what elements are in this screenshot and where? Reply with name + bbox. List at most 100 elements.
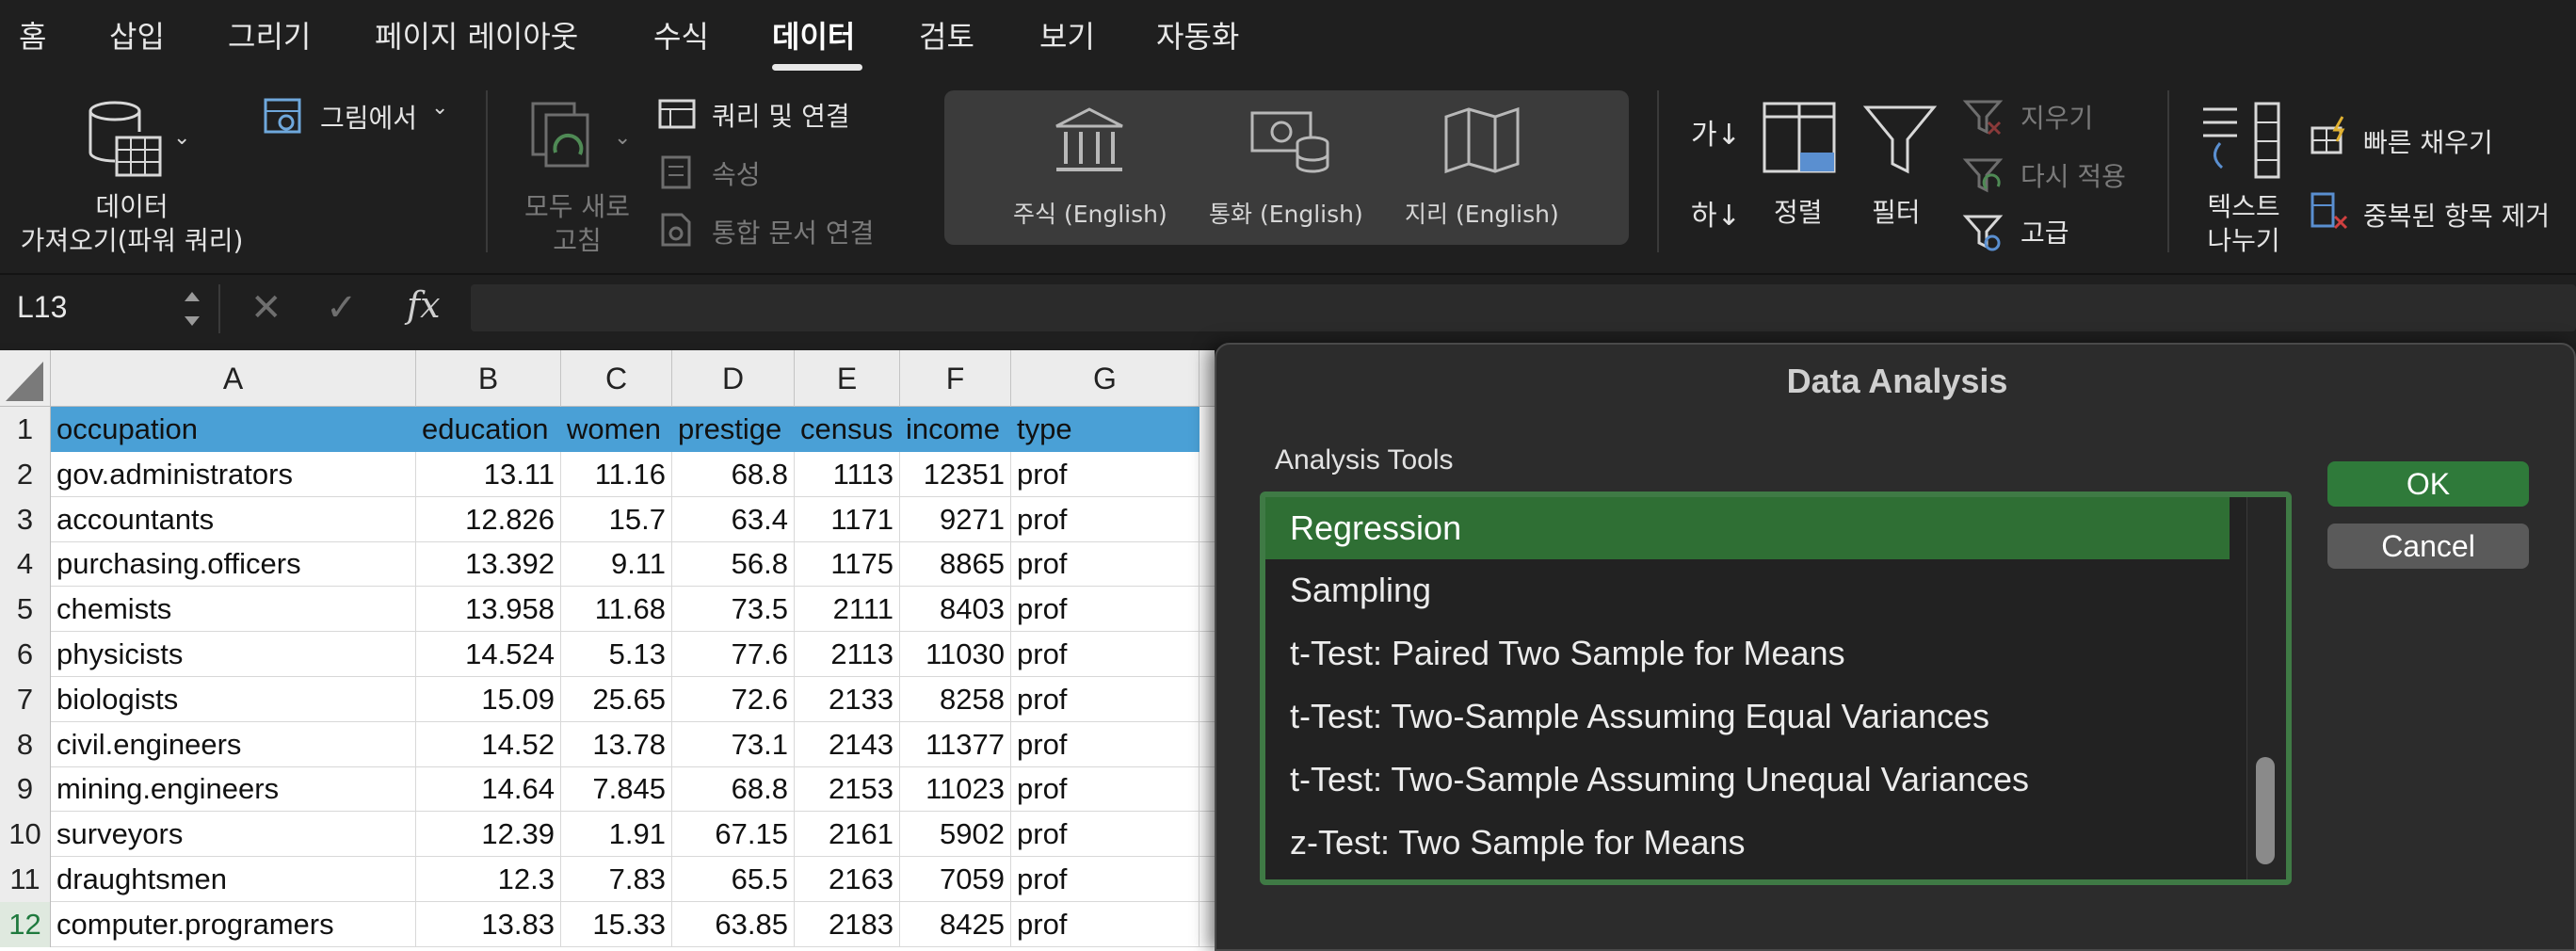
cell-e[interactable]: 1171 [795, 496, 900, 542]
cell-a[interactable]: draughtsmen [51, 857, 416, 902]
cell-a[interactable]: chemists [51, 587, 416, 633]
tab-formulas[interactable]: 수식 [653, 13, 709, 56]
cell-e[interactable]: 2113 [795, 632, 900, 677]
row-header[interactable]: 9 [0, 766, 51, 813]
cell-c[interactable]: 15.33 [561, 901, 672, 947]
cell-f[interactable]: 11023 [900, 766, 1011, 813]
cell-g[interactable]: prof [1011, 857, 1199, 902]
cell-b[interactable]: 15.09 [416, 676, 561, 722]
row-header[interactable]: 11 [0, 857, 51, 902]
ok-button[interactable]: OK [2327, 461, 2529, 507]
list-item[interactable]: Sampling [1265, 559, 2230, 621]
cell-c[interactable]: 1.91 [561, 812, 672, 858]
cell-g[interactable]: prof [1011, 901, 1199, 947]
cell-f[interactable]: 11377 [900, 721, 1011, 767]
cell-c[interactable]: 7.83 [561, 857, 672, 902]
name-box-stepper-icon[interactable] [181, 284, 203, 333]
cell-a[interactable]: purchasing.officers [51, 541, 416, 588]
cell-e[interactable]: 1113 [795, 451, 900, 497]
cell-e[interactable]: 2153 [795, 766, 900, 813]
cell-d[interactable]: prestige [672, 407, 795, 452]
tab-insert[interactable]: 삽입 [109, 13, 165, 56]
cell-d[interactable]: 63.85 [672, 901, 795, 947]
cell-b[interactable]: 13.958 [416, 587, 561, 633]
cell-d[interactable]: 68.8 [672, 451, 795, 497]
list-item[interactable]: t-Test: Two-Sample Assuming Unequal Vari… [1265, 749, 2230, 811]
column-header-f[interactable]: F [900, 350, 1011, 407]
cell-g[interactable]: prof [1011, 812, 1199, 858]
cell-f[interactable]: 5902 [900, 812, 1011, 858]
cell-c[interactable]: 5.13 [561, 632, 672, 677]
cell-e[interactable]: 2143 [795, 721, 900, 767]
cell-g[interactable]: prof [1011, 766, 1199, 813]
cell-a[interactable]: mining.engineers [51, 766, 416, 813]
cell-b[interactable]: 12.39 [416, 812, 561, 858]
column-header-d[interactable]: D [672, 350, 795, 407]
row-header[interactable]: 5 [0, 587, 51, 633]
tab-draw[interactable]: 그리기 [228, 13, 311, 56]
column-header-g[interactable]: G [1011, 350, 1199, 407]
cell-e[interactable]: census [795, 407, 900, 452]
cell-c[interactable]: 9.11 [561, 541, 672, 588]
cell-f[interactable]: 7059 [900, 857, 1011, 902]
cell-a[interactable]: civil.engineers [51, 721, 416, 767]
list-item[interactable]: Regression [1265, 497, 2230, 559]
cell-g[interactable]: prof [1011, 541, 1199, 588]
cell-f[interactable]: 8403 [900, 587, 1011, 633]
cell-d[interactable]: 65.5 [672, 857, 795, 902]
cell-g[interactable]: type [1011, 407, 1199, 452]
cell-b[interactable]: 14.52 [416, 721, 561, 767]
cell-e[interactable]: 2183 [795, 901, 900, 947]
cell-b[interactable]: 13.83 [416, 901, 561, 947]
cell-f[interactable]: income [900, 407, 1011, 452]
row-header[interactable]: 6 [0, 632, 51, 677]
cell-g[interactable]: prof [1011, 451, 1199, 497]
cell-d[interactable]: 67.15 [672, 812, 795, 858]
cell-f[interactable]: 8865 [900, 541, 1011, 588]
cell-d[interactable]: 68.8 [672, 766, 795, 813]
row-header[interactable]: 4 [0, 541, 51, 588]
row-header[interactable]: 1 [0, 407, 51, 452]
cell-g[interactable]: prof [1011, 587, 1199, 633]
cell-f[interactable]: 8425 [900, 901, 1011, 947]
column-header-e[interactable]: E [795, 350, 900, 407]
cell-b[interactable]: 12.3 [416, 857, 561, 902]
cell-c[interactable]: women [561, 407, 672, 452]
cell-g[interactable]: prof [1011, 676, 1199, 722]
insert-function-button[interactable]: fx [407, 284, 441, 326]
tab-review[interactable]: 검토 [919, 13, 974, 56]
name-box[interactable]: L13 [0, 275, 215, 343]
tab-data[interactable]: 데이터 [772, 13, 855, 56]
cell-b[interactable]: 14.64 [416, 766, 561, 813]
cancel-edit-icon[interactable]: ✕ [250, 286, 282, 330]
cell-a[interactable]: gov.administrators [51, 451, 416, 497]
worksheet-grid[interactable]: A B C D E F G 1 occupation education women p… [0, 350, 1215, 951]
cell-b[interactable]: 13.392 [416, 541, 561, 588]
list-scrollbar-thumb[interactable] [2256, 757, 2275, 864]
cell-b[interactable]: education [416, 407, 561, 452]
column-header-b[interactable]: B [416, 350, 561, 407]
cell-f[interactable]: 12351 [900, 451, 1011, 497]
row-header[interactable]: 7 [0, 676, 51, 722]
tab-home[interactable]: 홈 [19, 13, 46, 56]
cell-b[interactable]: 14.524 [416, 632, 561, 677]
row-header[interactable]: 3 [0, 496, 51, 542]
cell-a[interactable]: physicists [51, 632, 416, 677]
cell-g[interactable]: prof [1011, 721, 1199, 767]
tab-page-layout[interactable]: 페이지 레이아웃 [375, 13, 578, 56]
cell-f[interactable]: 8258 [900, 676, 1011, 722]
formula-input[interactable] [471, 284, 2576, 331]
row-header[interactable]: 10 [0, 812, 51, 858]
list-item[interactable]: t-Test: Two-Sample Assuming Equal Varian… [1265, 685, 2230, 748]
tab-view[interactable]: 보기 [1039, 13, 1095, 56]
cell-c[interactable]: 15.7 [561, 496, 672, 542]
analysis-tools-list[interactable]: Regression Sampling t-Test: Paired Two S… [1260, 492, 2292, 885]
cell-c[interactable]: 11.16 [561, 451, 672, 497]
sort-ascending-button[interactable]: 가↓ [1691, 111, 1741, 153]
column-header-c[interactable]: C [561, 350, 672, 407]
cell-e[interactable]: 2161 [795, 812, 900, 858]
confirm-edit-icon[interactable]: ✓ [326, 286, 358, 330]
cell-a[interactable]: surveyors [51, 812, 416, 858]
list-item[interactable]: t-Test: Paired Two Sample for Means [1265, 622, 2230, 685]
cell-c[interactable]: 13.78 [561, 721, 672, 767]
